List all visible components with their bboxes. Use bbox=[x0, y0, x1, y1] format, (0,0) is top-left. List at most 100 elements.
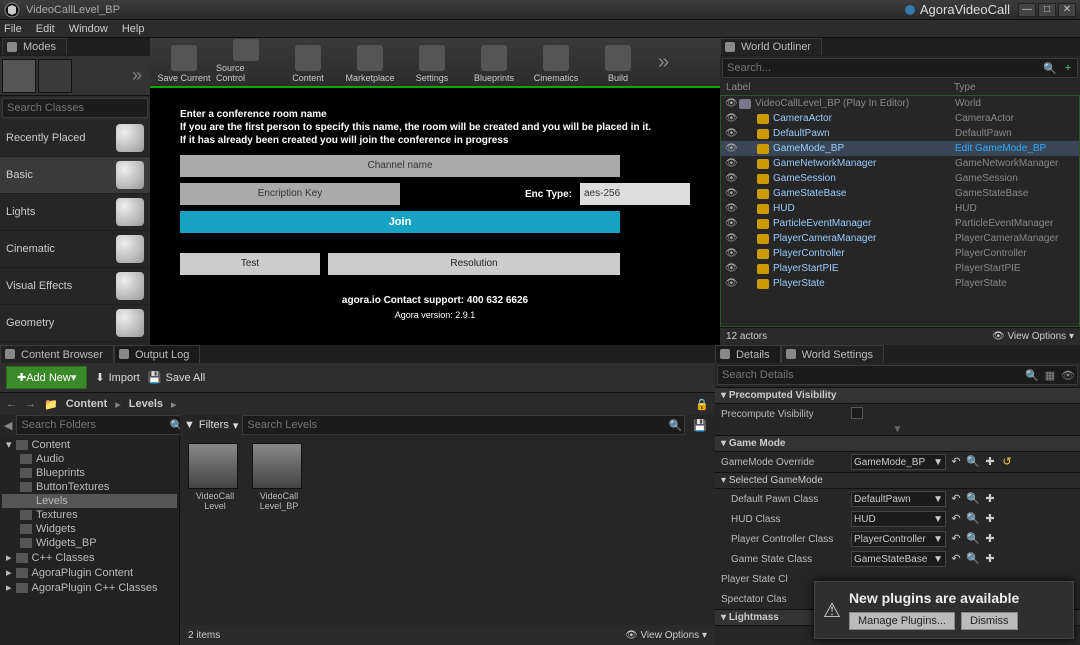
menu-window[interactable]: Window bbox=[69, 23, 108, 35]
eye-icon[interactable]: 👁 bbox=[725, 218, 739, 229]
details-tab[interactable]: Details bbox=[715, 345, 781, 363]
toolbar-build[interactable]: Build bbox=[588, 39, 648, 85]
menu-help[interactable]: Help bbox=[122, 23, 145, 35]
browse-icon[interactable]: 🔍 bbox=[966, 552, 980, 566]
add-icon[interactable]: ✚ bbox=[983, 532, 997, 546]
filters-button[interactable]: ▼ Filters ▾ bbox=[184, 419, 238, 432]
back-icon[interactable]: ← bbox=[6, 398, 17, 410]
eye-icon[interactable]: 👁 bbox=[725, 128, 739, 139]
section-selected-gamemode[interactable]: ▾ Selected GameMode bbox=[715, 472, 1080, 489]
eye-icon[interactable]: 👁 bbox=[725, 158, 739, 169]
category-basic[interactable]: Basic bbox=[0, 157, 150, 194]
forward-icon[interactable]: → bbox=[25, 398, 36, 410]
asset-item[interactable]: VideoCallLevel_BP bbox=[252, 443, 306, 511]
channel-name-input[interactable]: Channel name bbox=[180, 155, 620, 177]
category-recently-placed[interactable]: Recently Placed bbox=[0, 120, 150, 157]
section-game-mode[interactable]: ▾ Game Mode bbox=[715, 435, 1080, 452]
tree-node[interactable]: ▸ AgoraPlugin Content bbox=[2, 565, 177, 580]
outliner-row[interactable]: 👁PlayerStatePlayerState bbox=[721, 276, 1079, 291]
eye-icon[interactable]: 👁 bbox=[725, 113, 739, 124]
toolbar-blueprints[interactable]: Blueprints bbox=[464, 39, 524, 85]
eye-icon[interactable]: 👁 bbox=[725, 248, 739, 259]
eye-icon[interactable]: 👁 bbox=[725, 98, 739, 109]
place-mode-button[interactable] bbox=[2, 59, 36, 93]
class-dropdown[interactable]: PlayerController▼ bbox=[851, 531, 946, 547]
eye-icon[interactable]: 👁 bbox=[725, 143, 739, 154]
search-assets-input[interactable] bbox=[243, 419, 666, 431]
outliner-row[interactable]: 👁PlayerCameraManagerPlayerCameraManager bbox=[721, 231, 1079, 246]
eye-icon[interactable]: 👁 bbox=[725, 263, 739, 274]
lock-icon[interactable]: 🔒 bbox=[695, 398, 709, 411]
class-dropdown[interactable]: GameStateBase▼ bbox=[851, 551, 946, 567]
tree-node[interactable]: Levels bbox=[2, 494, 177, 508]
category-geometry[interactable]: Geometry bbox=[0, 305, 150, 342]
add-icon[interactable]: ✚ bbox=[983, 455, 997, 469]
enc-type-dropdown[interactable]: aes-256 bbox=[580, 183, 690, 205]
test-button[interactable]: Test bbox=[180, 253, 320, 275]
import-button[interactable]: ⬇ Import bbox=[95, 371, 139, 384]
reset-icon[interactable]: ↶ bbox=[949, 532, 963, 546]
toolbar-cinematics[interactable]: Cinematics bbox=[526, 39, 586, 85]
reset-icon[interactable]: ↶ bbox=[949, 455, 963, 469]
category-lights[interactable]: Lights bbox=[0, 194, 150, 231]
paint-mode-button[interactable] bbox=[38, 59, 72, 93]
col-label[interactable]: Label bbox=[726, 82, 954, 93]
view-options-button[interactable]: 👁 View Options ▾ bbox=[992, 331, 1074, 342]
eye-icon[interactable]: 👁 bbox=[1059, 369, 1077, 382]
add-icon[interactable]: ✚ bbox=[983, 492, 997, 506]
category-cinematic[interactable]: Cinematic bbox=[0, 231, 150, 268]
outliner-search-input[interactable] bbox=[723, 62, 1041, 74]
asset-item[interactable]: VideoCallLevel bbox=[188, 443, 242, 511]
toolbar-save-current[interactable]: Save Current bbox=[154, 39, 214, 85]
reset-icon[interactable]: ↶ bbox=[949, 552, 963, 566]
eye-icon[interactable]: 👁 bbox=[725, 188, 739, 199]
outliner-row[interactable]: 👁GameSessionGameSession bbox=[721, 171, 1079, 186]
class-dropdown[interactable]: DefaultPawn▼ bbox=[851, 491, 946, 507]
output-log-tab[interactable]: Output Log bbox=[114, 345, 200, 363]
browse-icon[interactable]: 🔍 bbox=[966, 532, 980, 546]
dismiss-button[interactable]: Dismiss bbox=[961, 612, 1018, 630]
tree-node[interactable]: ButtonTextures bbox=[2, 480, 177, 494]
add-icon[interactable]: + bbox=[1059, 62, 1077, 74]
search-classes-input[interactable] bbox=[3, 102, 153, 114]
modes-tab[interactable]: Modes bbox=[2, 38, 67, 55]
browse-icon[interactable]: 🔍 bbox=[966, 512, 980, 526]
content-browser-tab[interactable]: Content Browser bbox=[0, 345, 114, 363]
gamemode-dropdown[interactable]: GameMode_BP▼ bbox=[851, 454, 946, 470]
eye-icon[interactable]: 👁 bbox=[725, 173, 739, 184]
toolbar-marketplace[interactable]: Marketplace bbox=[340, 39, 400, 85]
browse-icon[interactable]: 🔍 bbox=[966, 492, 980, 506]
close-button[interactable]: ✕ bbox=[1058, 3, 1076, 17]
add-icon[interactable]: ✚ bbox=[983, 552, 997, 566]
maximize-button[interactable]: □ bbox=[1038, 3, 1056, 17]
crumb-content[interactable]: Content bbox=[66, 398, 108, 410]
resolution-button[interactable]: Resolution bbox=[328, 253, 620, 275]
add-new-button[interactable]: ✚ Add New ▾ bbox=[6, 366, 87, 389]
outliner-root[interactable]: VideoCallLevel_BP (Play In Editor) bbox=[755, 98, 955, 109]
tree-node[interactable]: Widgets bbox=[2, 522, 177, 536]
manage-plugins-button[interactable]: Manage Plugins... bbox=[849, 612, 955, 630]
eye-icon[interactable]: 👁 bbox=[725, 233, 739, 244]
world-settings-tab[interactable]: World Settings bbox=[781, 345, 884, 363]
class-dropdown[interactable]: HUD▼ bbox=[851, 511, 946, 527]
save-icon[interactable]: 💾 bbox=[689, 419, 711, 432]
search-details-input[interactable] bbox=[718, 369, 1023, 381]
eye-icon[interactable]: 👁 bbox=[725, 278, 739, 289]
category-visual-effects[interactable]: Visual Effects bbox=[0, 268, 150, 305]
add-icon[interactable]: ✚ bbox=[983, 512, 997, 526]
undo-icon[interactable]: ↺ bbox=[1000, 455, 1014, 469]
toolbar-settings[interactable]: Settings bbox=[402, 39, 462, 85]
section-precomputed-visibility[interactable]: ▾ Precomputed Visibility bbox=[715, 387, 1080, 404]
outliner-row[interactable]: 👁GameMode_BPEdit GameMode_BP bbox=[721, 141, 1079, 156]
outliner-row[interactable]: 👁GameNetworkManagerGameNetworkManager bbox=[721, 156, 1079, 171]
checkbox[interactable] bbox=[851, 407, 863, 419]
col-type[interactable]: Type bbox=[954, 82, 1074, 93]
outliner-row[interactable]: 👁GameStateBaseGameStateBase bbox=[721, 186, 1079, 201]
tree-node[interactable]: Widgets_BP bbox=[2, 536, 177, 550]
modes-more-icon[interactable]: » bbox=[126, 65, 148, 86]
tree-node[interactable]: Blueprints bbox=[2, 466, 177, 480]
tree-node[interactable]: ▸ AgoraPlugin C++ Classes bbox=[2, 580, 177, 595]
toolbar-source-control[interactable]: Source Control bbox=[216, 39, 276, 85]
outliner-row[interactable]: 👁PlayerControllerPlayerController bbox=[721, 246, 1079, 261]
crumb-levels[interactable]: Levels bbox=[129, 398, 163, 410]
